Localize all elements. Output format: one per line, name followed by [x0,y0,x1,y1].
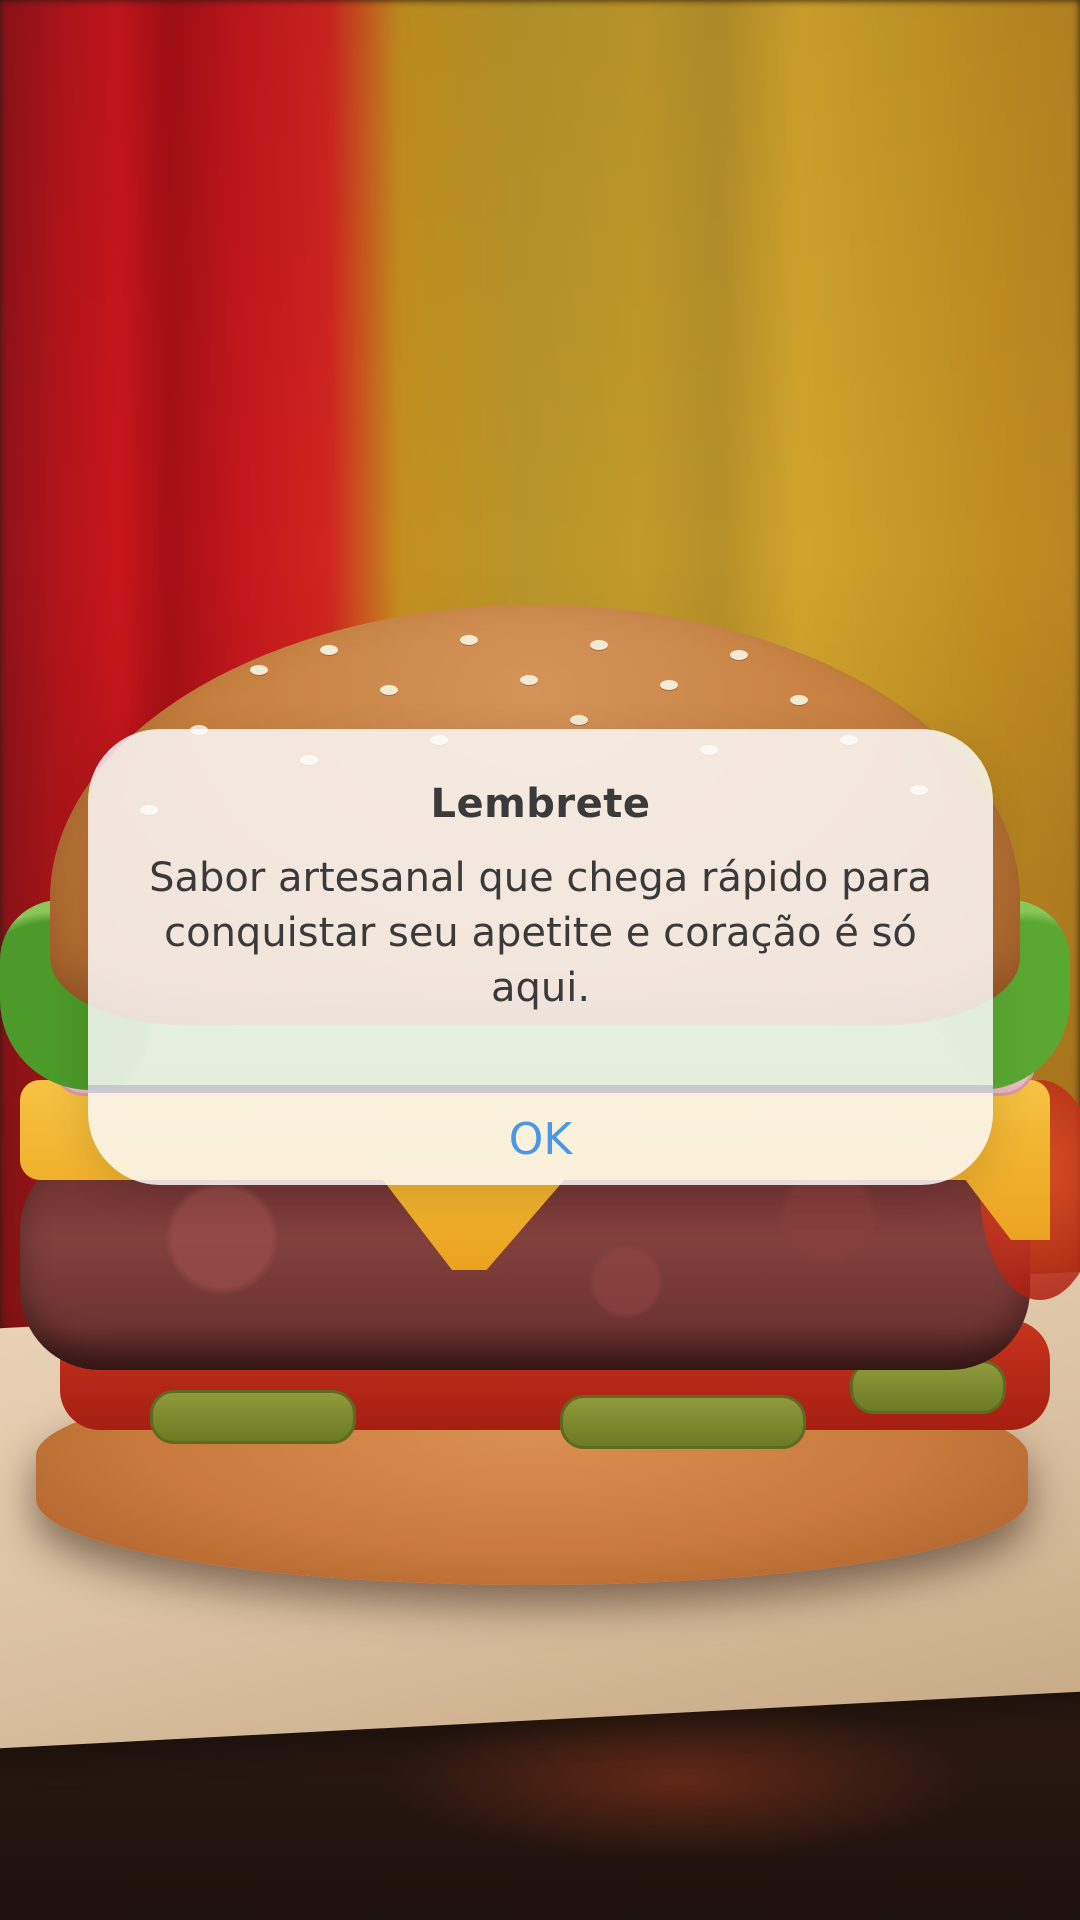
sesame-seed [460,635,478,645]
sesame-seed [660,680,678,690]
sesame-seed [570,715,588,725]
sesame-seed [590,640,608,650]
dialog-divider [88,1085,993,1093]
sesame-seed [790,695,808,705]
ok-button[interactable]: OK [88,1093,993,1185]
sesame-seed [730,650,748,660]
sesame-seed [380,685,398,695]
sesame-seed [250,665,268,675]
reminder-dialog: Lembrete Sabor artesanal que chega rápid… [88,729,993,1185]
burger-pickle [150,1390,356,1444]
table-reflection [380,1700,980,1860]
burger-pickle [560,1395,806,1449]
dialog-message: Sabor artesanal que chega rápido para co… [149,855,932,1011]
sesame-seed [320,645,338,655]
sesame-seed [520,675,538,685]
dialog-title: Lembrete [430,781,651,827]
